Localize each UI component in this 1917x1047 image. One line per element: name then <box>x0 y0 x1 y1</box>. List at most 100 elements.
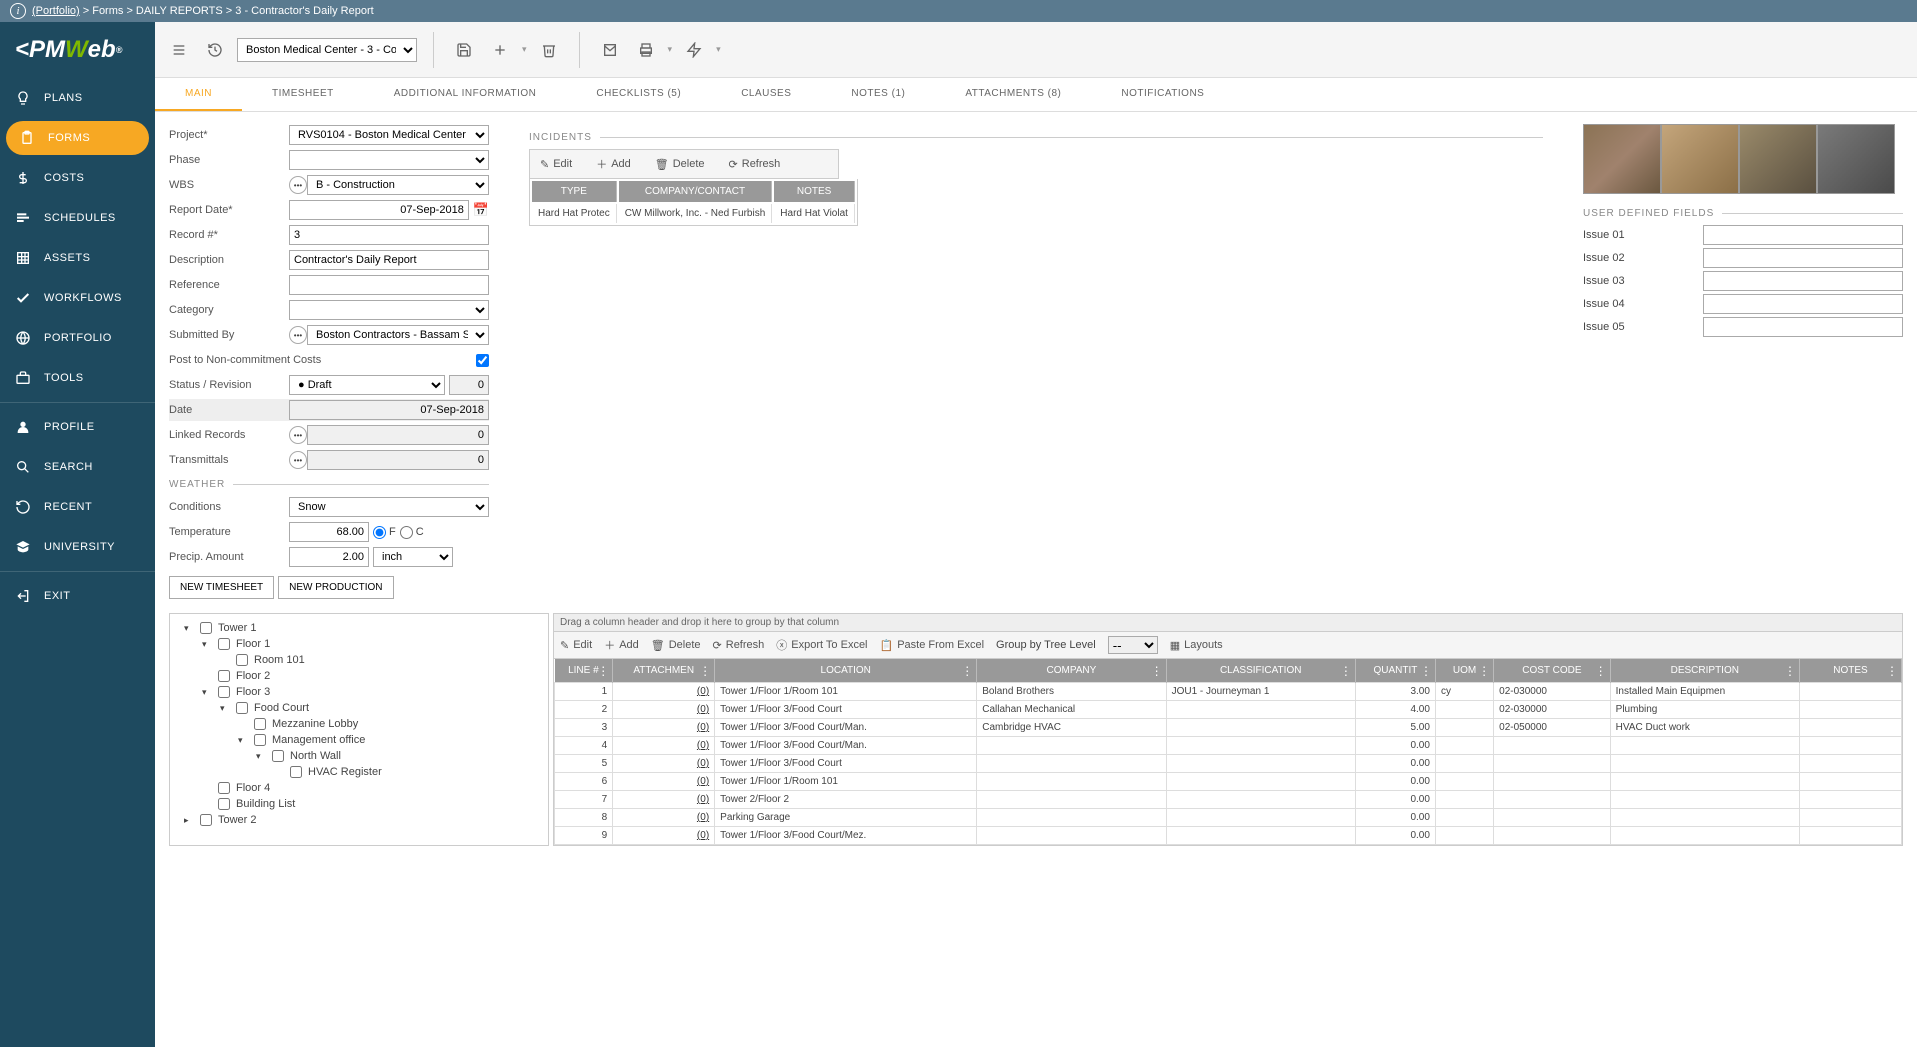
grid-col-header[interactable]: COMPANY⋮ <box>977 659 1166 683</box>
cond-select[interactable]: Snow <box>289 497 489 517</box>
sidebar-item-forms[interactable]: FORMS <box>6 121 149 155</box>
tree-caret-icon[interactable]: ▾ <box>202 639 212 650</box>
tree-node[interactable]: ▾Floor 3 <box>176 684 542 700</box>
grid-col-header[interactable]: NOTES⋮ <box>1799 659 1901 683</box>
udf-input[interactable] <box>1703 225 1903 245</box>
tree-node[interactable]: ▾Food Court <box>176 700 542 716</box>
calendar-icon[interactable]: 📅 <box>473 202 489 218</box>
grid-col-header[interactable]: UOM⋮ <box>1435 659 1493 683</box>
sidebar-item-workflows[interactable]: WORKFLOWS <box>0 278 155 318</box>
tree-node[interactable]: Room 101 <box>176 652 542 668</box>
sidebar-item-portfolio[interactable]: PORTFOLIO <box>0 318 155 358</box>
desc-input[interactable] <box>289 250 489 270</box>
precip-input[interactable] <box>289 547 369 567</box>
grid-col-header[interactable]: QUANTIT⋮ <box>1355 659 1435 683</box>
thumbnail[interactable] <box>1583 124 1661 194</box>
grid-add-button[interactable]: ＋ Add <box>604 637 639 653</box>
incidents-edit-button[interactable]: ✎ Edit <box>534 154 578 174</box>
save-icon[interactable] <box>450 36 478 64</box>
tree-node[interactable]: Mezzanine Lobby <box>176 716 542 732</box>
history-icon[interactable] <box>201 36 229 64</box>
tree-checkbox[interactable] <box>254 718 266 730</box>
tab-additional-information[interactable]: ADDITIONAL INFORMATION <box>364 78 567 111</box>
wbs-ellipsis[interactable]: ••• <box>289 176 307 194</box>
linked-ellipsis[interactable]: ••• <box>289 426 307 444</box>
grid-layouts-button[interactable]: ▦ Layouts <box>1170 639 1223 652</box>
tab-notifications[interactable]: NOTIFICATIONS <box>1091 78 1234 111</box>
tree-checkbox[interactable] <box>218 798 230 810</box>
email-icon[interactable] <box>596 36 624 64</box>
udf-input[interactable] <box>1703 294 1903 314</box>
tab-main[interactable]: MAIN <box>155 78 242 111</box>
sidebar-item-schedules[interactable]: SCHEDULES <box>0 198 155 238</box>
tree-caret-icon[interactable]: ▾ <box>202 687 212 698</box>
tree-checkbox[interactable] <box>200 622 212 634</box>
add-icon[interactable] <box>486 36 514 64</box>
tree-node[interactable]: Building List <box>176 796 542 812</box>
udf-input[interactable] <box>1703 271 1903 291</box>
sub-select[interactable]: Boston Contractors - Bassam Samm <box>307 325 489 345</box>
grid-row[interactable]: 3(0)Tower 1/Floor 3/Food Court/Man.Cambr… <box>555 719 1902 737</box>
grid-col-header[interactable]: CLASSIFICATION⋮ <box>1166 659 1355 683</box>
sidebar-item-university[interactable]: UNIVERSITY <box>0 527 155 567</box>
tree-node[interactable]: ▾Tower 1 <box>176 620 542 636</box>
tab-notes-[interactable]: NOTES (1) <box>821 78 935 111</box>
sidebar-item-profile[interactable]: PROFILE <box>0 407 155 447</box>
delete-icon[interactable] <box>535 36 563 64</box>
grid-paste-button[interactable]: 📋 Paste From Excel <box>880 639 985 652</box>
grid-group-hint[interactable]: Drag a column header and drop it here to… <box>554 614 1902 632</box>
grid-col-header[interactable]: ATTACHMEN⋮ <box>613 659 715 683</box>
print-icon[interactable] <box>632 36 660 64</box>
udf-input[interactable] <box>1703 317 1903 337</box>
udf-input[interactable] <box>1703 248 1903 268</box>
tree-caret-icon[interactable]: ▾ <box>184 623 194 634</box>
bolt-dropdown-icon[interactable]: ▾ <box>716 44 721 55</box>
ref-input[interactable] <box>289 275 489 295</box>
record-input[interactable] <box>289 225 489 245</box>
tree-node[interactable]: ▾North Wall <box>176 748 542 764</box>
grid-delete-button[interactable]: 🗑 Delete <box>651 639 701 652</box>
col-type[interactable]: TYPE <box>532 181 617 202</box>
incident-row[interactable]: Hard Hat ProtecCW Millwork, Inc. - Ned F… <box>532 204 855 223</box>
tree-checkbox[interactable] <box>200 814 212 826</box>
temp-f-radio[interactable] <box>373 526 386 539</box>
tree-caret-icon[interactable]: ▸ <box>184 815 194 826</box>
tree-caret-icon[interactable]: ▾ <box>256 751 266 762</box>
new-production-button[interactable]: NEW PRODUCTION <box>278 576 393 599</box>
tab-checklists-[interactable]: CHECKLISTS (5) <box>566 78 711 111</box>
grid-col-header[interactable]: LINE #⋮ <box>555 659 613 683</box>
temp-input[interactable] <box>289 522 369 542</box>
grid-row[interactable]: 8(0)Parking Garage0.00 <box>555 809 1902 827</box>
grid-row[interactable]: 1(0)Tower 1/Floor 1/Room 101Boland Broth… <box>555 683 1902 701</box>
grid-row[interactable]: 9(0)Tower 1/Floor 3/Food Court/Mez.0.00 <box>555 827 1902 845</box>
grid-row[interactable]: 5(0)Tower 1/Floor 3/Food Court0.00 <box>555 755 1902 773</box>
thumbnail[interactable] <box>1817 124 1895 194</box>
sidebar-item-tools[interactable]: TOOLS <box>0 358 155 398</box>
trans-ellipsis[interactable]: ••• <box>289 451 307 469</box>
incidents-delete-button[interactable]: 🗑 Delete <box>649 154 711 174</box>
sidebar-item-costs[interactable]: COSTS <box>0 158 155 198</box>
grid-row[interactable]: 4(0)Tower 1/Floor 3/Food Court/Man.0.00 <box>555 737 1902 755</box>
tree-caret-icon[interactable]: ▾ <box>238 735 248 746</box>
grid-row[interactable]: 2(0)Tower 1/Floor 3/Food CourtCallahan M… <box>555 701 1902 719</box>
status-select[interactable]: ● Draft <box>289 375 445 395</box>
tree-node[interactable]: Floor 2 <box>176 668 542 684</box>
post-checkbox[interactable] <box>476 354 489 367</box>
grid-edit-button[interactable]: ✎ Edit <box>560 639 592 652</box>
tree-node[interactable]: ▾Management office <box>176 732 542 748</box>
col-notes[interactable]: NOTES <box>774 181 855 202</box>
project-select[interactable]: RVS0104 - Boston Medical Center <box>289 125 489 145</box>
print-dropdown-icon[interactable]: ▾ <box>668 44 673 55</box>
thumbnail[interactable] <box>1661 124 1739 194</box>
temp-c-radio[interactable] <box>400 526 413 539</box>
sidebar-item-recent[interactable]: RECENT <box>0 487 155 527</box>
grid-refresh-button[interactable]: ⟳ Refresh <box>713 639 765 652</box>
info-icon[interactable]: i <box>10 3 26 19</box>
sub-ellipsis[interactable]: ••• <box>289 326 307 344</box>
col-contact[interactable]: COMPANY/CONTACT <box>619 181 773 202</box>
grid-row[interactable]: 7(0)Tower 2/Floor 20.00 <box>555 791 1902 809</box>
tree-checkbox[interactable] <box>272 750 284 762</box>
tree-caret-icon[interactable]: ▾ <box>220 703 230 714</box>
list-icon[interactable] <box>165 36 193 64</box>
wbs-select[interactable]: B - Construction <box>307 175 489 195</box>
